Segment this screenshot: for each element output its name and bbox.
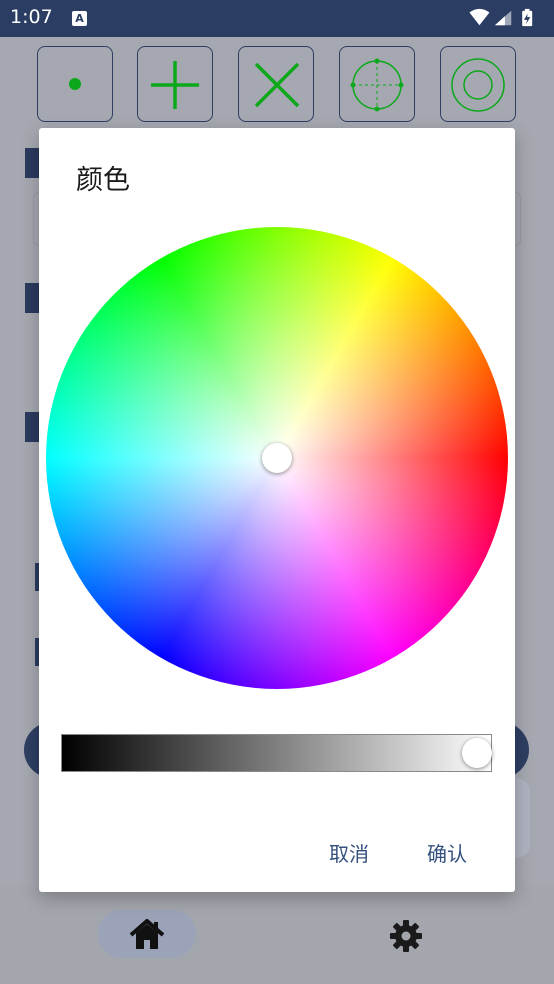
background-section-marker [25,148,39,178]
background-section-marker [25,412,39,442]
color-picker-dialog: 颜色 取消 确认 [39,128,515,892]
x-icon [254,62,300,108]
confirm-button[interactable]: 确认 [421,834,473,871]
status-time: 1:07 [10,6,53,28]
double-circle-crosshair-button[interactable] [440,46,516,122]
status-bar: 1:07 A [0,0,554,37]
status-icons [469,8,533,27]
plus-icon [151,61,199,109]
background-section-marker [25,283,39,313]
notification-a-icon: A [72,11,87,26]
double-circle-icon [451,58,505,112]
brightness-slider[interactable] [61,734,492,772]
x-crosshair-button[interactable] [238,46,314,122]
bottom-navigation [0,886,554,984]
cellular-signal-icon [494,10,512,26]
wifi-icon [469,8,490,26]
dialog-title: 颜色 [76,165,130,196]
plus-crosshair-button[interactable] [137,46,213,122]
home-icon[interactable] [128,918,166,952]
cancel-button[interactable]: 取消 [323,834,375,871]
battery-charging-icon [522,8,533,27]
dot-crosshair-button[interactable] [37,46,113,122]
gear-icon[interactable] [388,918,424,954]
circle-crosshair-button[interactable] [339,46,415,122]
circle-crosshair-icon [350,58,404,112]
dot-icon [69,78,81,90]
brightness-slider-handle[interactable] [462,738,492,768]
color-wheel-handle[interactable] [262,443,292,473]
